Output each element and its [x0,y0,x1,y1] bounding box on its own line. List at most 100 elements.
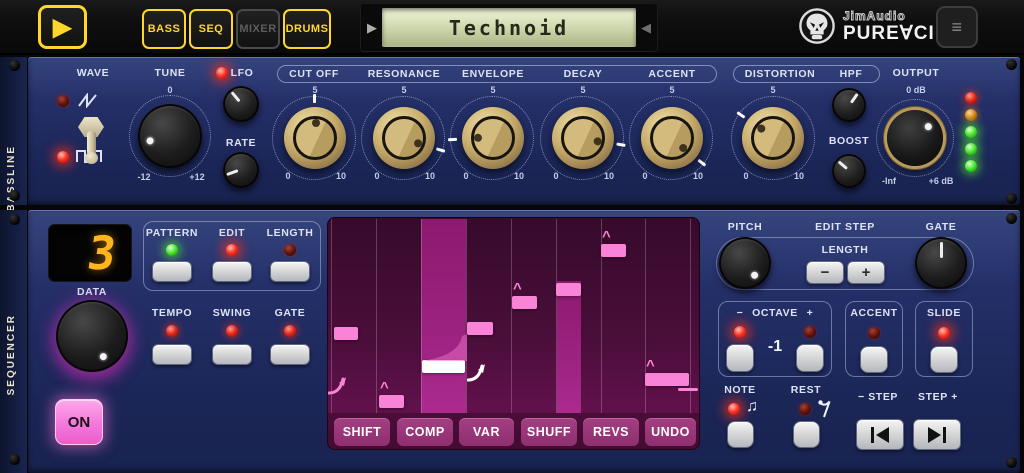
accent-button[interactable] [860,346,888,373]
envelope-knob[interactable] [462,107,524,169]
output-tick-max: +6 dB [921,176,961,186]
on-button-label: ON [68,414,91,431]
step-note-5[interactable] [512,296,537,309]
step-note-2[interactable] [379,395,404,408]
tab-seq[interactable]: SEQ [189,9,233,49]
resonance-tick-min: 0 [357,171,397,181]
tab-mixer[interactable]: MIXER [236,9,280,49]
brand-logo: JimAudio PURE∀CID [798,7,950,45]
sequencer-on-button[interactable]: ON [55,399,103,445]
length-minus-button[interactable]: − [806,261,844,284]
screw-icon [1006,457,1017,468]
grid-shift-button[interactable]: SHIFT [334,418,390,446]
octave-up-button[interactable] [796,344,824,372]
step-note-1[interactable] [334,327,358,340]
swing-button[interactable] [212,344,252,365]
envelope-tick-max: 10 [499,171,539,181]
step-forward-button[interactable] [913,419,961,450]
preset-name-text: Technoid [449,16,569,40]
octave-down-button[interactable] [726,344,754,372]
grid-column-line [376,219,377,413]
accent-mark-icon: ^ [380,380,389,395]
tab-bass[interactable]: BASS [142,9,186,49]
meter-led-green [965,126,977,138]
grid-undo-button[interactable]: UNDO [645,418,696,446]
distortion-knob[interactable] [742,107,804,169]
preset-prev-icon[interactable]: ▶ [367,3,377,52]
output-knob[interactable] [887,110,943,166]
slide-button[interactable] [930,346,958,373]
rate-knob[interactable] [223,152,259,188]
saw-wave-icon [77,93,101,108]
boost-knob[interactable] [832,154,866,188]
grid-shuff-button[interactable]: SHUFF [521,418,577,446]
resonance-knob[interactable] [373,107,435,169]
rest-icon [817,398,832,418]
tie-mark [678,388,698,391]
rest-button[interactable] [793,421,820,448]
decay-tick-min: 0 [536,171,576,181]
hamburger-icon: ≡ [951,17,962,38]
length-plus-button[interactable]: + [847,261,885,284]
octave-plus-label: + [795,307,825,319]
cutoff-knob[interactable] [284,107,346,169]
pitch-label: PITCH [705,221,785,233]
grid-var-button[interactable]: VAR [459,418,514,446]
meter-led-amber [965,109,977,121]
gate-param-led [284,325,296,337]
pattern-number-display: 3 [48,224,132,282]
pureacid-plugin-window: ▶ BASS SEQ MIXER DRUMS ▶ Technoid ◀ [0,0,1024,473]
pattern-button[interactable] [152,261,192,282]
accent-led [868,327,880,339]
gate-knob[interactable] [915,237,967,289]
step-back-button[interactable] [856,419,904,450]
lfo-knob[interactable] [223,86,259,122]
note-icon: ♫ [746,398,758,416]
gate-knob-label: GATE [901,221,981,233]
note-button[interactable] [727,421,754,448]
top-toolbar: ▶ BASS SEQ MIXER DRUMS ▶ Technoid ◀ [0,0,1024,55]
screw-icon [1006,193,1017,204]
decay-knob[interactable] [552,107,614,169]
tab-drums[interactable]: DRUMS [283,9,331,49]
length-led [284,244,296,256]
tempo-button[interactable] [152,344,192,365]
preset-display-module: ▶ Technoid ◀ [360,3,658,52]
length-button[interactable] [270,261,310,282]
screw-icon [9,454,20,465]
data-label: DATA [52,286,132,298]
accent-knob[interactable] [641,107,703,169]
grid-column-line [556,219,557,413]
step-grid[interactable]: ^ ^^^SHIFTCOMPVARSHUFFREVSUNDO [327,217,700,450]
edit-button[interactable] [212,261,252,282]
step-note-8[interactable] [645,373,689,386]
wave-square-led [57,151,69,163]
play-button[interactable]: ▶ [38,5,87,49]
step-note-6[interactable] [556,283,581,296]
screw-icon [1006,59,1017,70]
octave-down-led [734,326,746,338]
wave-toggle-tip[interactable] [85,152,98,164]
menu-button[interactable]: ≡ [936,6,978,48]
gate-param-button[interactable] [270,344,310,365]
slide-label: SLIDE [904,307,984,319]
screw-icon [9,60,20,71]
tune-knob[interactable] [138,104,202,168]
step-note-7[interactable] [601,244,626,257]
active-step-highlight [557,281,581,413]
grid-revs-button[interactable]: REVS [583,418,639,446]
pattern-led [166,244,178,256]
accent-mark-icon: ^ [513,281,522,296]
brand-name: JimAudio [843,10,950,22]
grid-column-line [511,219,512,413]
step-note-3[interactable] [422,360,465,373]
hpf-knob[interactable] [832,88,866,122]
data-knob[interactable] [56,300,128,372]
tune-tick-max: +12 [177,172,217,182]
tune-tick-0: 0 [150,85,190,95]
step-note-4[interactable] [467,322,493,335]
preset-next-icon[interactable]: ◀ [641,3,651,52]
preset-name-display[interactable]: Technoid [382,8,636,47]
grid-comp-button[interactable]: COMP [397,418,453,446]
pitch-knob[interactable] [719,237,771,289]
